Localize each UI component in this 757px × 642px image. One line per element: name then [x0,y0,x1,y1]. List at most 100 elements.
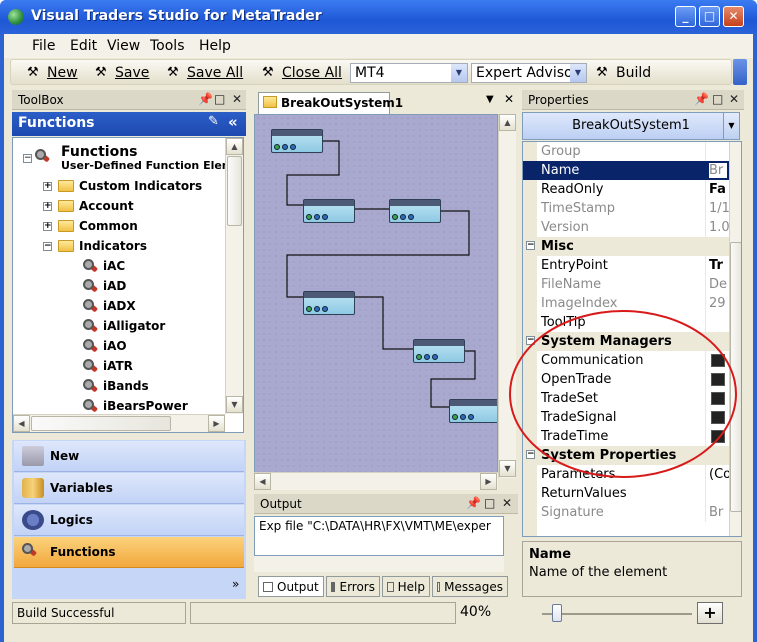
scroll-down-icon[interactable]: ▼ [226,396,243,413]
prop-row-parameters[interactable]: Parameters (Co [523,465,731,484]
canvas-vscroll[interactable]: ▲ ▼ [498,114,516,478]
prop-row-group[interactable]: Group [523,142,729,161]
scroll-left-icon[interactable]: ◀ [13,415,30,432]
nav-new[interactable]: New [14,441,244,472]
props-vscroll[interactable] [729,142,741,536]
workflow-node[interactable] [303,291,355,315]
close-doc-icon[interactable]: ✕ [504,92,514,106]
prop-row-entrypoint[interactable]: EntryPoint Tr [523,256,729,275]
menu-view[interactable]: View [107,38,140,54]
prop-row-signature[interactable]: Signature Br [523,503,729,522]
prop-row-version[interactable]: Version 1.0 [523,218,730,237]
tree-root-label[interactable]: Functions [61,144,138,160]
close-icon[interactable]: ✕ [502,496,512,510]
build-button[interactable]: ⚒ Build [596,63,651,83]
maximize-icon[interactable]: □ [214,92,225,106]
eraser-icon[interactable]: ✎ [208,114,219,129]
pin-icon[interactable]: 📌 [694,92,709,106]
prop-row-name[interactable]: Name Br [523,161,729,180]
prop-row-tradetime[interactable]: TradeTime [523,427,729,446]
menu-edit[interactable]: Edit [70,38,97,54]
tree-item-ibands[interactable]: iBands [83,376,149,396]
workflow-node[interactable] [303,199,355,223]
maximize-icon[interactable]: □ [484,496,495,510]
tree-vscroll[interactable]: ▲ ▼ [225,138,243,414]
prop-row-tooltip[interactable]: ToolTip [523,313,729,332]
prop-row-returnvalues[interactable]: ReturnValues [523,484,729,503]
tab-errors[interactable]: Errors [326,576,380,597]
minimize-button[interactable]: _ [675,6,696,27]
prop-row-communication[interactable]: Communication [523,351,729,370]
close-icon[interactable]: ✕ [232,92,242,106]
workflow-node[interactable] [389,199,441,223]
save-button[interactable]: ⚒ Save [95,63,149,83]
tree-item-iao[interactable]: iAO [83,336,127,356]
zoom-slider[interactable] [506,602,696,624]
nav-functions[interactable]: Functions [14,537,244,568]
canvas-hscroll[interactable]: ◀ ▶ [254,472,498,490]
tree-folder-custom-indicators[interactable]: + Custom Indicators [43,176,202,196]
tree-expander[interactable]: − [43,241,52,251]
scroll-thumb[interactable] [730,242,741,512]
collapse-icon[interactable]: − [526,336,535,345]
scroll-right-icon[interactable]: ▶ [480,473,497,490]
tab-output[interactable]: Output [258,576,324,597]
category-misc[interactable]: − Misc [523,237,729,256]
scroll-left-icon[interactable]: ◀ [254,473,271,490]
workflow-node[interactable] [413,339,465,363]
slider-thumb[interactable] [552,604,562,622]
prop-row-tradeset[interactable]: TradeSet [523,389,729,408]
tree-hscroll[interactable]: ◀ ▶ [13,414,225,432]
nav-logics[interactable]: Logics [14,505,244,536]
tab-list-icon[interactable]: ▼ [486,94,494,105]
category-system-properties[interactable]: − System Properties [523,446,729,465]
toolbar-overflow-button[interactable] [733,59,747,85]
zoom-in-button[interactable]: + [697,602,723,624]
tree-item-iad[interactable]: iAD [83,276,126,296]
mode-select[interactable]: Expert Advisor ▼ [471,63,587,83]
platform-select[interactable]: MT4 ▼ [350,63,468,83]
prop-row-imageindex[interactable]: ImageIndex 29 [523,294,729,313]
tab-messages[interactable]: Messages [432,576,508,597]
collapse-icon[interactable]: − [526,450,535,459]
scroll-thumb[interactable] [227,156,242,226]
tree-item-iatr[interactable]: iATR [83,356,133,376]
expand-more-icon[interactable]: » [232,577,239,591]
scroll-up-icon[interactable]: ▲ [499,114,516,131]
collapse-icon[interactable]: − [526,241,535,250]
scroll-right-icon[interactable]: ▶ [208,415,225,432]
tree-item-ialligator[interactable]: iAlligator [83,316,165,336]
tree-item-iac[interactable]: iAC [83,256,125,276]
menu-tools[interactable]: Tools [150,38,185,54]
tree-expander[interactable]: − [23,154,32,163]
object-selector[interactable]: BreakOutSystem1 ▼ [522,112,740,140]
prop-row-tradesignal[interactable]: TradeSignal [523,408,729,427]
prop-row-opentrade[interactable]: OpenTrade [523,370,729,389]
menu-file[interactable]: File [32,38,55,54]
tab-help[interactable]: Help [382,576,430,597]
design-canvas[interactable] [254,114,498,478]
category-system-managers[interactable]: − System Managers [523,332,729,351]
tree-item-iadx[interactable]: iADX [83,296,136,316]
close-all-button[interactable]: ⚒ Close All [262,63,342,83]
hscroll-thumb[interactable] [31,416,171,431]
tree-item-ibearspower[interactable]: iBearsPower [83,396,188,416]
pin-icon[interactable]: 📌 [466,496,481,510]
doc-tab-breakout[interactable]: BreakOutSystem1 [258,92,403,114]
close-button[interactable]: ✕ [723,6,744,27]
tree-folder-common[interactable]: + Common [43,216,138,236]
prop-row-readonly[interactable]: ReadOnly Fa [523,180,729,199]
menu-help[interactable]: Help [199,38,231,54]
maximize-icon[interactable]: □ [712,92,723,106]
save-all-button[interactable]: ⚒ Save All [167,63,243,83]
nav-variables[interactable]: Variables [14,473,244,504]
scroll-down-icon[interactable]: ▼ [499,460,516,477]
title-bar[interactable]: Visual Traders Studio for MetaTrader _ □… [0,0,757,34]
pin-icon[interactable]: 📌 [198,92,213,106]
new-button[interactable]: ⚒ New [27,63,78,83]
close-icon[interactable]: ✕ [729,92,739,106]
prop-row-filename[interactable]: FileName De [523,275,729,294]
prop-row-timestamp[interactable]: TimeStamp 1/1 [523,199,730,218]
collapse-icon[interactable]: « [228,113,238,131]
tree-folder-indicators[interactable]: − Indicators [43,236,147,256]
